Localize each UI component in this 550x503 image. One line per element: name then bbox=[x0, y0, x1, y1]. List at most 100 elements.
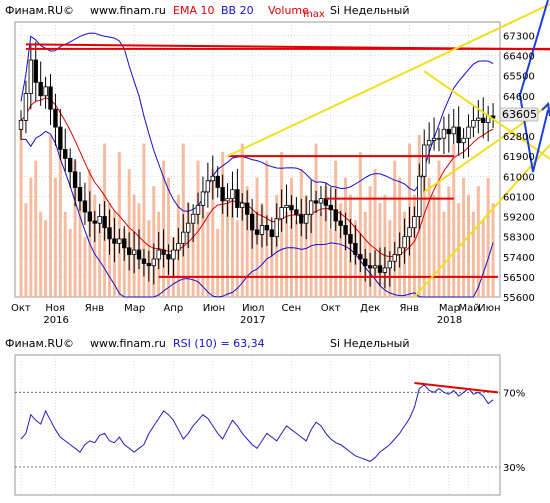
candle-body bbox=[294, 209, 299, 215]
price-y-tick-label: 62800 bbox=[503, 132, 535, 143]
candle-body bbox=[33, 59, 38, 83]
chart-stage: 55600 56500 57400 58300 59200 60100 61000 61900… bbox=[0, 0, 550, 499]
candle-body bbox=[215, 175, 220, 188]
rsi-header-site: www.finam.ru bbox=[90, 337, 166, 350]
rsi-header-source: Финам.RU© bbox=[5, 337, 74, 350]
header-site: www.finam.ru bbox=[90, 4, 166, 17]
volume-bar bbox=[476, 186, 480, 297]
candle-body bbox=[200, 191, 206, 206]
volume-bar bbox=[83, 237, 87, 297]
rsi-plot-area bbox=[14, 354, 501, 496]
price-y-tick-label: 55600 bbox=[503, 293, 535, 304]
header-instrument: Si Недельный bbox=[330, 4, 410, 17]
candle-body bbox=[58, 126, 63, 150]
price-x-year-label: 2018 bbox=[437, 315, 462, 326]
candle-body bbox=[476, 117, 481, 121]
candle-body bbox=[387, 260, 393, 269]
price-y-tick-label: 61000 bbox=[503, 172, 535, 183]
candle-body bbox=[436, 137, 442, 140]
candle-body bbox=[412, 216, 417, 229]
candle-body bbox=[48, 86, 53, 110]
volume-bar bbox=[285, 211, 289, 297]
candle-body bbox=[210, 175, 215, 182]
candle-body bbox=[422, 144, 427, 177]
candle-body bbox=[190, 213, 196, 224]
candle-body bbox=[392, 254, 397, 262]
price-x-tick-label: Июл bbox=[242, 303, 264, 314]
candle-body bbox=[146, 263, 152, 267]
price-x-tick-label: Июн bbox=[203, 303, 225, 314]
candle-body bbox=[254, 229, 260, 235]
candle-body bbox=[304, 213, 309, 224]
rsi-level-label: 30% bbox=[503, 463, 525, 474]
price-x-year-label: 2016 bbox=[43, 315, 68, 326]
header-max: max bbox=[303, 9, 325, 20]
volume-bar bbox=[226, 203, 230, 297]
volume-bar bbox=[319, 211, 323, 297]
price-y-tick-label: 65500 bbox=[503, 72, 535, 83]
price-x-tick-label: Сен bbox=[281, 303, 301, 314]
price-y-tick-label: 64600 bbox=[503, 92, 535, 103]
header-source: Финам.RU© bbox=[5, 4, 74, 17]
rsi-header-instrument: Si Недельный bbox=[330, 337, 410, 350]
volume-bar bbox=[452, 143, 456, 297]
candle-body bbox=[97, 216, 102, 224]
price-x-tick-label: Янв bbox=[85, 303, 104, 314]
volume-bar bbox=[358, 152, 362, 297]
price-x-tick-label: Май bbox=[458, 303, 479, 314]
price-x-tick-label: Окт bbox=[321, 303, 341, 314]
volume-bar bbox=[221, 152, 225, 297]
volume-bar bbox=[457, 203, 461, 297]
candle-body bbox=[18, 119, 24, 130]
candle-body bbox=[181, 231, 186, 244]
candle-body bbox=[151, 258, 156, 267]
candle-body bbox=[318, 198, 324, 204]
candle-body bbox=[77, 187, 83, 202]
price-y-tick-label: 66400 bbox=[503, 52, 535, 63]
candle-body bbox=[141, 258, 147, 264]
price-panel: 55600 56500 57400 58300 59200 60100 61000 61900… bbox=[5, 0, 550, 326]
price-x-tick-label: Мар bbox=[124, 303, 145, 314]
candle-body bbox=[82, 200, 88, 213]
candle-body bbox=[269, 229, 274, 238]
price-x-tick-label: Июн bbox=[478, 303, 500, 314]
price-y-tick-label: 61900 bbox=[503, 152, 535, 163]
candle-body bbox=[367, 265, 373, 269]
candle-body bbox=[446, 128, 452, 135]
rsi-header-indicator: RSI (10) = 63,34 bbox=[173, 337, 265, 350]
price-x-tick-label: Янв bbox=[399, 303, 418, 314]
candle-body bbox=[328, 204, 334, 211]
price-y-tick-label: 60100 bbox=[503, 192, 535, 203]
candle-body bbox=[240, 202, 245, 208]
candle-body bbox=[225, 198, 230, 202]
volume-bar bbox=[471, 211, 475, 297]
volume-bar bbox=[294, 220, 298, 297]
price-y-tick-label: 57400 bbox=[503, 253, 535, 264]
candle-body bbox=[402, 236, 407, 249]
volume-bar bbox=[93, 194, 97, 297]
candle-body bbox=[274, 218, 279, 238]
candle-body bbox=[117, 238, 122, 244]
volume-bar bbox=[19, 126, 23, 297]
price-x-tick-label: Мар bbox=[439, 303, 460, 314]
candle-body bbox=[284, 204, 289, 208]
candle-body bbox=[289, 204, 294, 211]
candle-body bbox=[161, 249, 166, 255]
volume-bar bbox=[462, 177, 466, 297]
candle-body bbox=[72, 171, 78, 188]
volume-bar bbox=[53, 177, 57, 297]
candle-body bbox=[63, 149, 68, 159]
candle-body bbox=[343, 225, 348, 235]
volume-bar bbox=[63, 211, 67, 297]
candle-body bbox=[481, 117, 486, 124]
candle-body bbox=[323, 198, 329, 206]
candle-body bbox=[456, 126, 461, 144]
volume-bar bbox=[486, 177, 490, 297]
last-price-label: 63605 bbox=[502, 108, 537, 121]
candle-body bbox=[313, 200, 319, 204]
candle-body bbox=[23, 93, 29, 121]
candle-body bbox=[308, 200, 314, 215]
volume-bar bbox=[34, 160, 38, 297]
candle-body bbox=[235, 189, 240, 208]
header-bb: BB 20 bbox=[221, 4, 254, 17]
